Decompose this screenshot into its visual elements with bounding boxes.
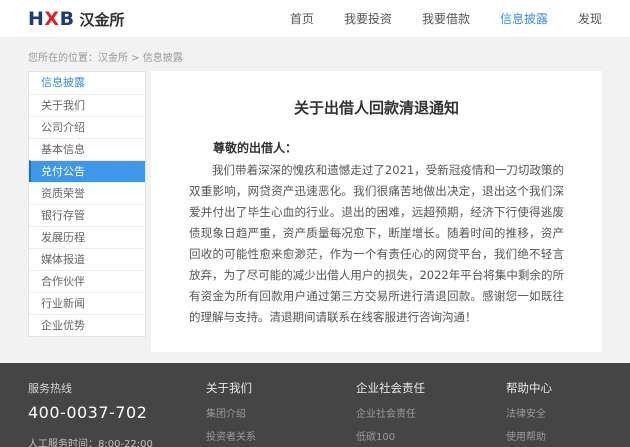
logo-letter-x: X	[44, 8, 59, 30]
footer-link-group-intro[interactable]: 集团介绍	[206, 405, 356, 420]
article-title: 关于出借人回款清退通知	[189, 97, 564, 118]
sidebar-item-basic-info[interactable]: 基本信息	[29, 138, 145, 160]
nav-item-disclosure[interactable]: 信息披露	[500, 10, 548, 27]
sidebar-item-company-intro[interactable]: 公司介绍	[29, 116, 145, 138]
footer-column-help-title: 帮助中心	[506, 380, 630, 396]
sidebar-item-industry-news[interactable]: 行业新闻	[29, 292, 145, 314]
sidebar-item-partners[interactable]: 合作伙伴	[29, 270, 145, 292]
footer-link-usage-help[interactable]: 使用帮助	[506, 428, 630, 443]
footer-column-help: 帮助中心 法律安全 使用帮助 用户体验计划	[506, 380, 630, 447]
logo-letter-h: H	[28, 8, 44, 30]
sidebar-item-qualifications[interactable]: 资质荣誉	[29, 182, 145, 204]
sidebar-item-payment-notice[interactable]: 兑付公告	[29, 160, 145, 182]
header: HXB 汉金所 首页 我要投资 我要借款 信息披露 发现	[0, 0, 630, 38]
footer-link-low-carbon-100[interactable]: 低碳100	[356, 428, 506, 443]
footer-hotline-block: 服务热线 400-0037-702 人工服务时间：8:00-22:00	[28, 380, 206, 447]
service-time: 人工服务时间：8:00-22:00	[28, 435, 206, 447]
nav-item-borrow[interactable]: 我要借款	[422, 10, 470, 27]
article-salutation: 尊敬的出借人：	[189, 138, 564, 158]
footer-column-about: 关于我们 集团介绍 投资者关系 加盟	[206, 380, 356, 447]
footer-link-legal-safety[interactable]: 法律安全	[506, 405, 630, 420]
hotline-number: 400-0037-702	[28, 403, 206, 422]
footer-link-csr[interactable]: 企业社会责任	[356, 405, 506, 420]
nav-item-invest[interactable]: 我要投资	[344, 10, 392, 27]
footer-link-investor-relations[interactable]: 投资者关系	[206, 428, 356, 443]
sidebar-item-info-disclosure[interactable]: 信息披露	[29, 72, 145, 94]
footer-column-csr-title: 企业社会责任	[356, 380, 506, 396]
breadcrumb-current: 信息披露	[143, 53, 183, 64]
main-nav: 首页 我要投资 我要借款 信息披露 发现	[260, 10, 602, 27]
logo[interactable]: HXB 汉金所	[28, 8, 125, 30]
footer-column-csr: 企业社会责任 企业社会责任 低碳100 励志计划	[356, 380, 506, 447]
sidebar-item-media-reports[interactable]: 媒体报道	[29, 248, 145, 270]
breadcrumb: 您所在的位置：汉金所 > 信息披露	[0, 38, 630, 71]
breadcrumb-prefix: 您所在的位置：	[28, 53, 98, 64]
breadcrumb-root-link[interactable]: 汉金所	[98, 53, 128, 64]
article-body: 我们带着深深的愧疚和遗憾走过了2021，受新冠疫情和一刀切政策的双重影响，网贷资…	[189, 160, 564, 328]
hotline-label: 服务热线	[28, 380, 206, 396]
nav-item-home[interactable]: 首页	[290, 10, 314, 27]
sidebar-item-development-history[interactable]: 发展历程	[29, 226, 145, 248]
content-area: 信息披露 关于我们 公司介绍 基本信息 兑付公告 资质荣誉 银行存管 发展历程 …	[0, 71, 630, 352]
article-panel: 关于出借人回款清退通知 尊敬的出借人： 我们带着深深的愧疚和遗憾走过了2021，…	[151, 71, 602, 352]
nav-item-discover[interactable]: 发现	[578, 10, 602, 27]
footer: 服务热线 400-0037-702 人工服务时间：8:00-22:00 关于我们…	[0, 363, 630, 447]
footer-column-about-title: 关于我们	[206, 380, 356, 396]
sidebar-item-bank-depository[interactable]: 银行存管	[29, 204, 145, 226]
logo-chinese-name: 汉金所	[80, 9, 125, 30]
sidebar-item-about-us[interactable]: 关于我们	[29, 94, 145, 116]
logo-letter-b: B	[60, 8, 75, 30]
sidebar-menu: 信息披露 关于我们 公司介绍 基本信息 兑付公告 资质荣誉 银行存管 发展历程 …	[28, 71, 146, 337]
sidebar-item-enterprise-advantages[interactable]: 企业优势	[29, 314, 145, 336]
breadcrumb-separator: >	[128, 53, 143, 64]
logo-hxb: HXB	[28, 8, 75, 30]
